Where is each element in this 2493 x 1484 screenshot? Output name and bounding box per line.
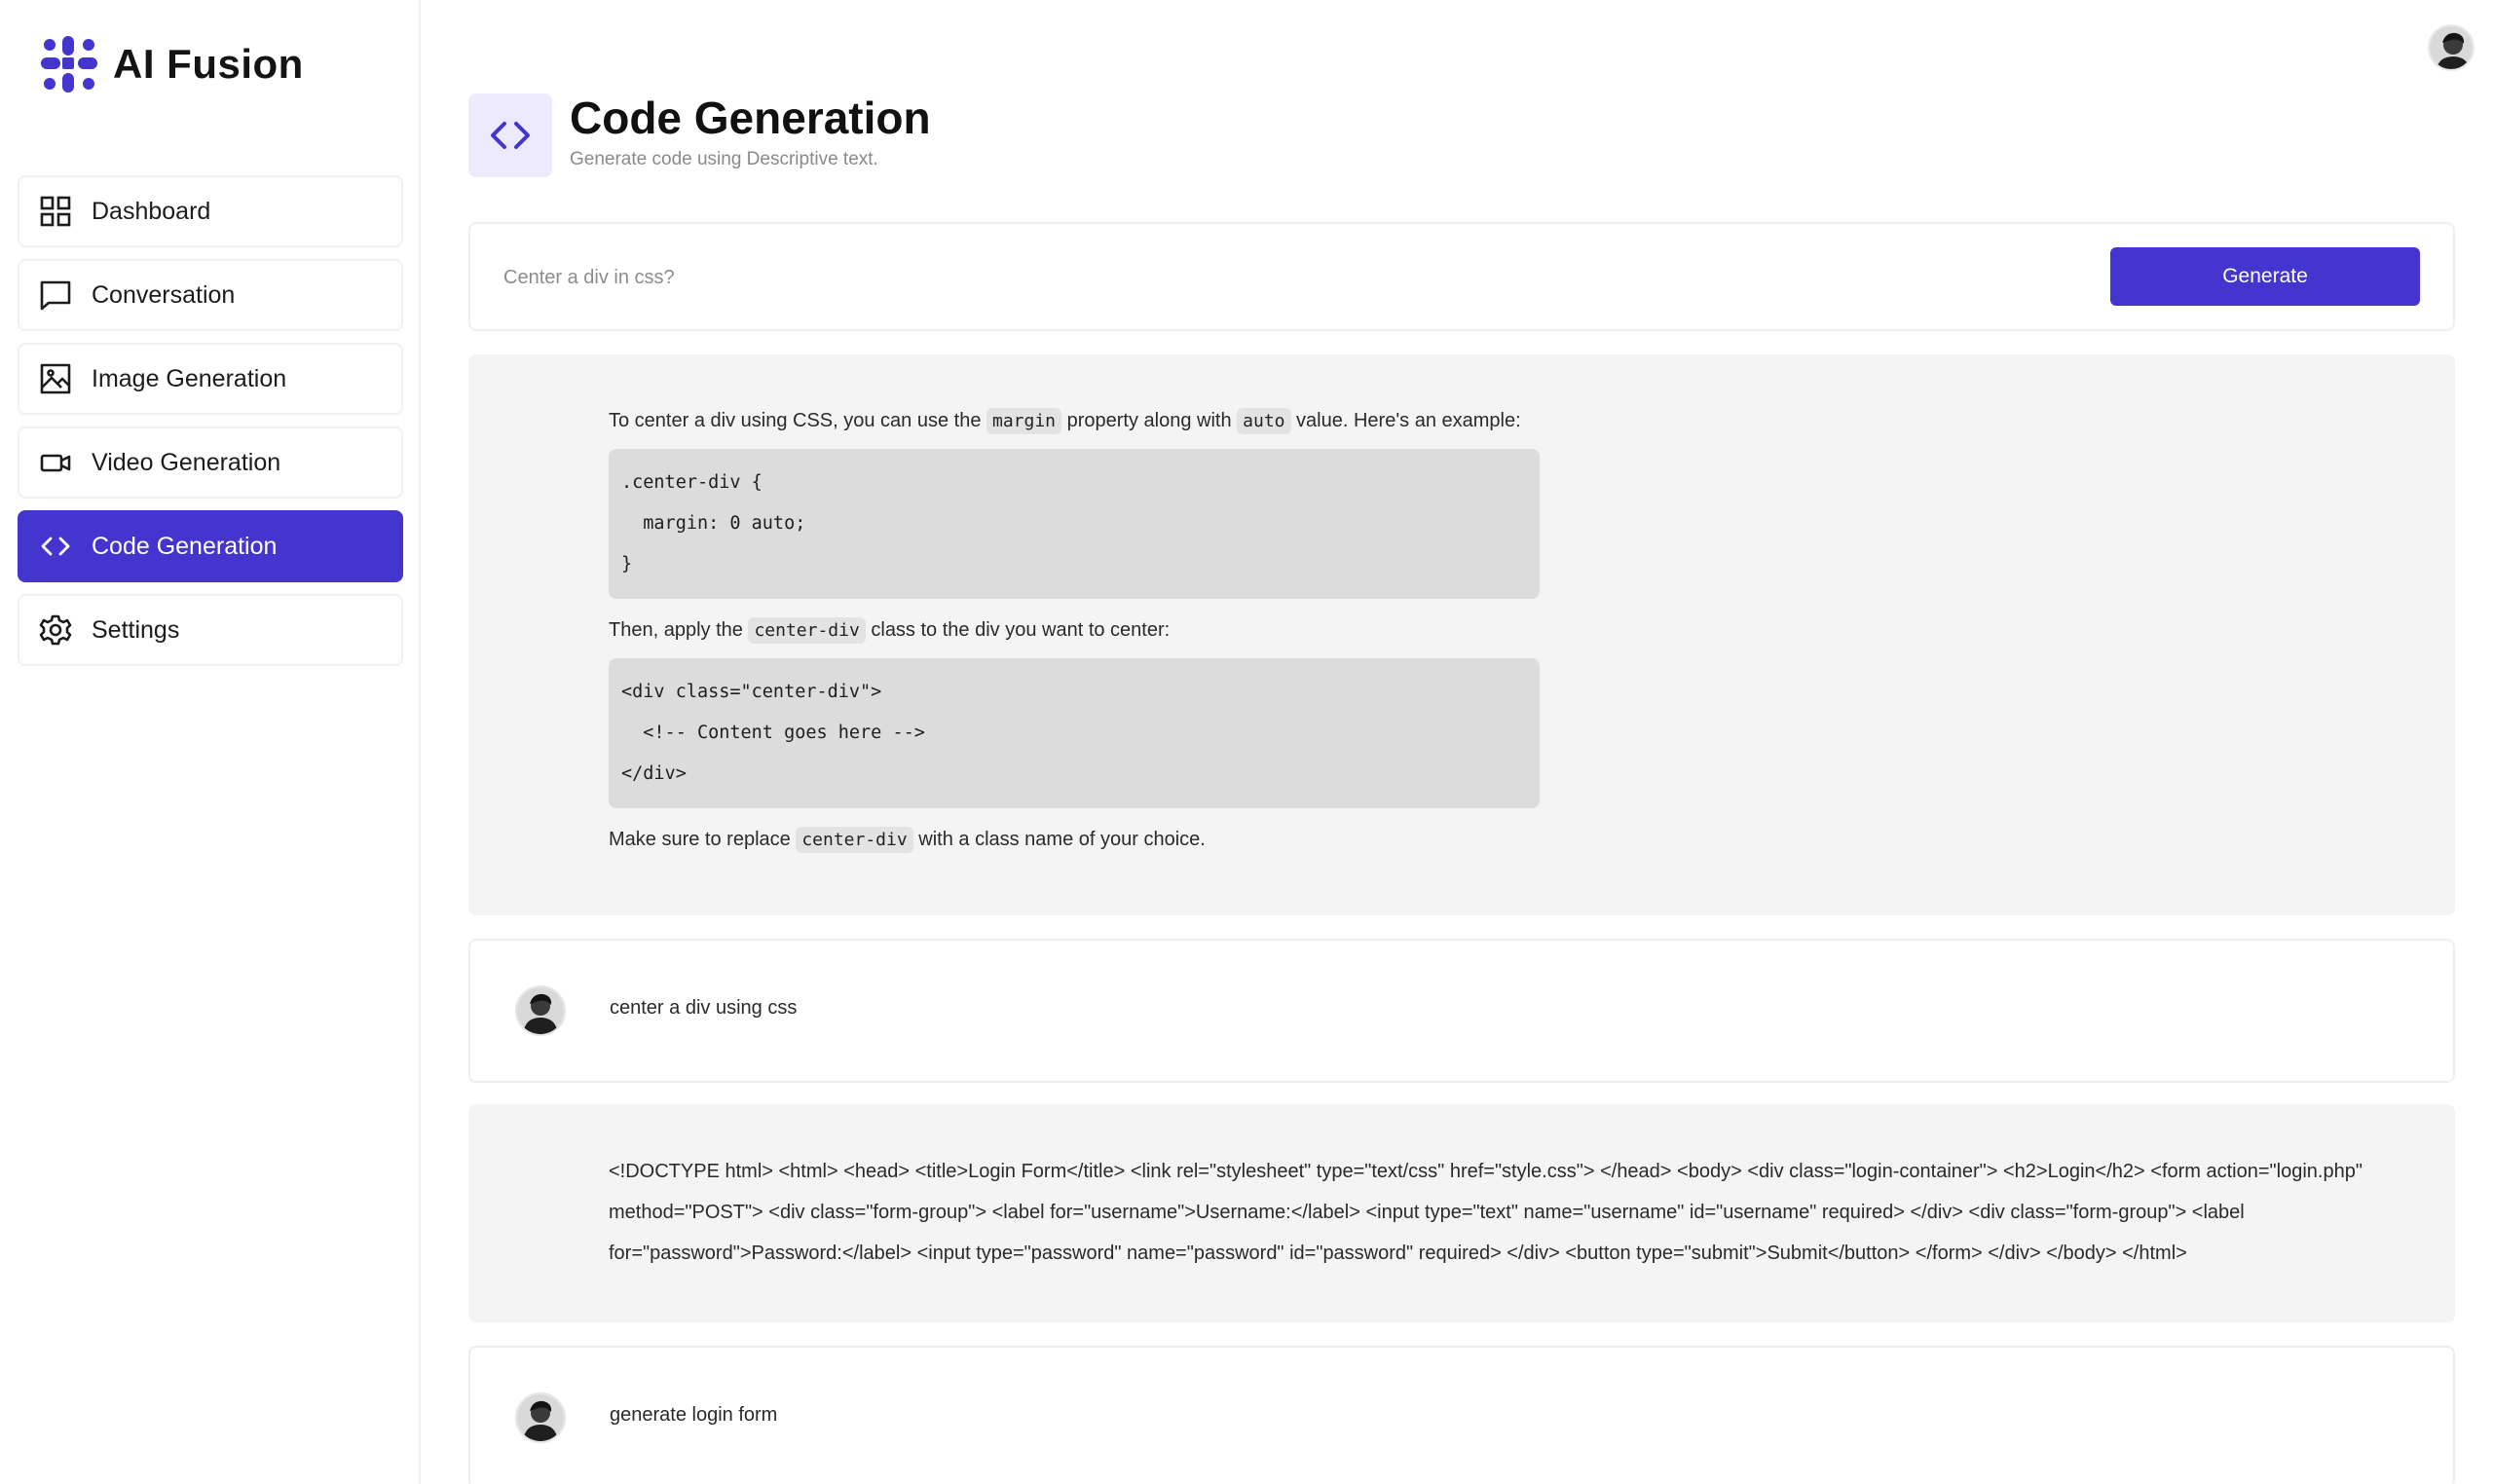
sidebar-item-label: Code Generation [92, 532, 278, 560]
sidebar-item-image-generation[interactable]: Image Generation [18, 343, 403, 415]
sidebar-item-code-generation[interactable]: Code Generation [18, 510, 403, 582]
code-line: .center-div { [621, 472, 763, 493]
chat-bubble-icon [40, 280, 71, 311]
response-text: Then, apply the [609, 619, 749, 641]
brand-name: AI Fusion [113, 41, 304, 87]
user-message-card: center a div using css [468, 939, 2455, 1083]
sidebar-item-label: Video Generation [92, 448, 281, 476]
gear-icon [39, 614, 72, 646]
sidebar-item-dashboard[interactable]: Dashboard [18, 175, 403, 247]
sidebar-item-video-generation[interactable]: Video Generation [18, 427, 403, 499]
sidebar-item-label: Settings [92, 615, 180, 644]
inline-code: margin [986, 408, 1062, 434]
page-icon [468, 93, 552, 177]
user-avatar-icon [517, 1394, 564, 1441]
response-text: with a class name of your choice. [912, 829, 1206, 850]
response-paragraph: Make sure to replace center-div with a c… [609, 822, 2011, 858]
response-text: class to the div you want to center: [865, 619, 1171, 641]
inline-code: center-div [748, 617, 866, 644]
response-paragraph: To center a div using CSS, you can use t… [609, 403, 2011, 439]
sidebar-nav: Dashboard Conversation Image Generation [18, 175, 403, 678]
prompt-bar: Generate [468, 222, 2455, 331]
response-content: To center a div using CSS, you can use t… [609, 403, 2011, 858]
brand-logo[interactable]: AI Fusion [39, 33, 304, 95]
assistant-response-card: <!DOCTYPE html> <html> <head> <title>Log… [468, 1104, 2455, 1322]
code-line: <!-- Content goes here --> [621, 723, 925, 743]
account-avatar[interactable] [2428, 24, 2474, 71]
response-text: <!DOCTYPE html> <html> <head> <title>Log… [609, 1161, 2363, 1264]
prompt-input[interactable] [503, 249, 2062, 306]
code-brackets-icon [41, 537, 70, 556]
user-avatar-icon [517, 987, 564, 1034]
code-line: } [621, 554, 633, 575]
page-subtitle: Generate code using Descriptive text. [570, 149, 878, 169]
response-text: property along with [1061, 410, 1238, 431]
user-avatar-icon [2430, 26, 2473, 69]
code-block: <div class="center-div"> <!-- Content go… [609, 658, 1540, 808]
code-brackets-icon [491, 122, 530, 149]
assistant-response-card: To center a div using CSS, you can use t… [468, 354, 2455, 915]
inline-code: center-div [796, 827, 913, 853]
user-message-text: generate login form [610, 1404, 778, 1426]
video-camera-icon [40, 454, 71, 472]
response-text: Make sure to replace [609, 829, 797, 850]
image-icon [40, 363, 71, 394]
sidebar: AI Fusion Dashboard Conversation Image G… [0, 0, 421, 1484]
code-line: margin: 0 auto; [621, 513, 806, 534]
code-line: <div class="center-div"> [621, 682, 882, 702]
sidebar-item-conversation[interactable]: Conversation [18, 259, 403, 331]
code-line: </div> [621, 763, 687, 784]
generate-button[interactable]: Generate [2110, 247, 2420, 306]
sidebar-item-settings[interactable]: Settings [18, 594, 403, 666]
code-block: .center-div { margin: 0 auto; } [609, 449, 1540, 599]
user-message-card: generate login form [468, 1346, 2455, 1484]
avatar [515, 985, 566, 1036]
response-text: value. Here's an example: [1290, 410, 1521, 431]
inline-code: auto [1237, 408, 1291, 434]
dashboard-grid-icon [40, 196, 71, 227]
avatar [515, 1392, 566, 1443]
logo-mark-icon [41, 36, 97, 93]
page-title: Code Generation [570, 93, 931, 143]
response-paragraph: Then, apply the center-div class to the … [609, 612, 2011, 649]
response-text: To center a div using CSS, you can use t… [609, 410, 986, 431]
sidebar-item-label: Conversation [92, 280, 236, 309]
sidebar-item-label: Image Generation [92, 364, 287, 392]
user-message-text: center a div using css [610, 997, 798, 1019]
sidebar-item-label: Dashboard [92, 197, 211, 225]
app-root: AI Fusion Dashboard Conversation Image G… [0, 0, 2493, 1484]
